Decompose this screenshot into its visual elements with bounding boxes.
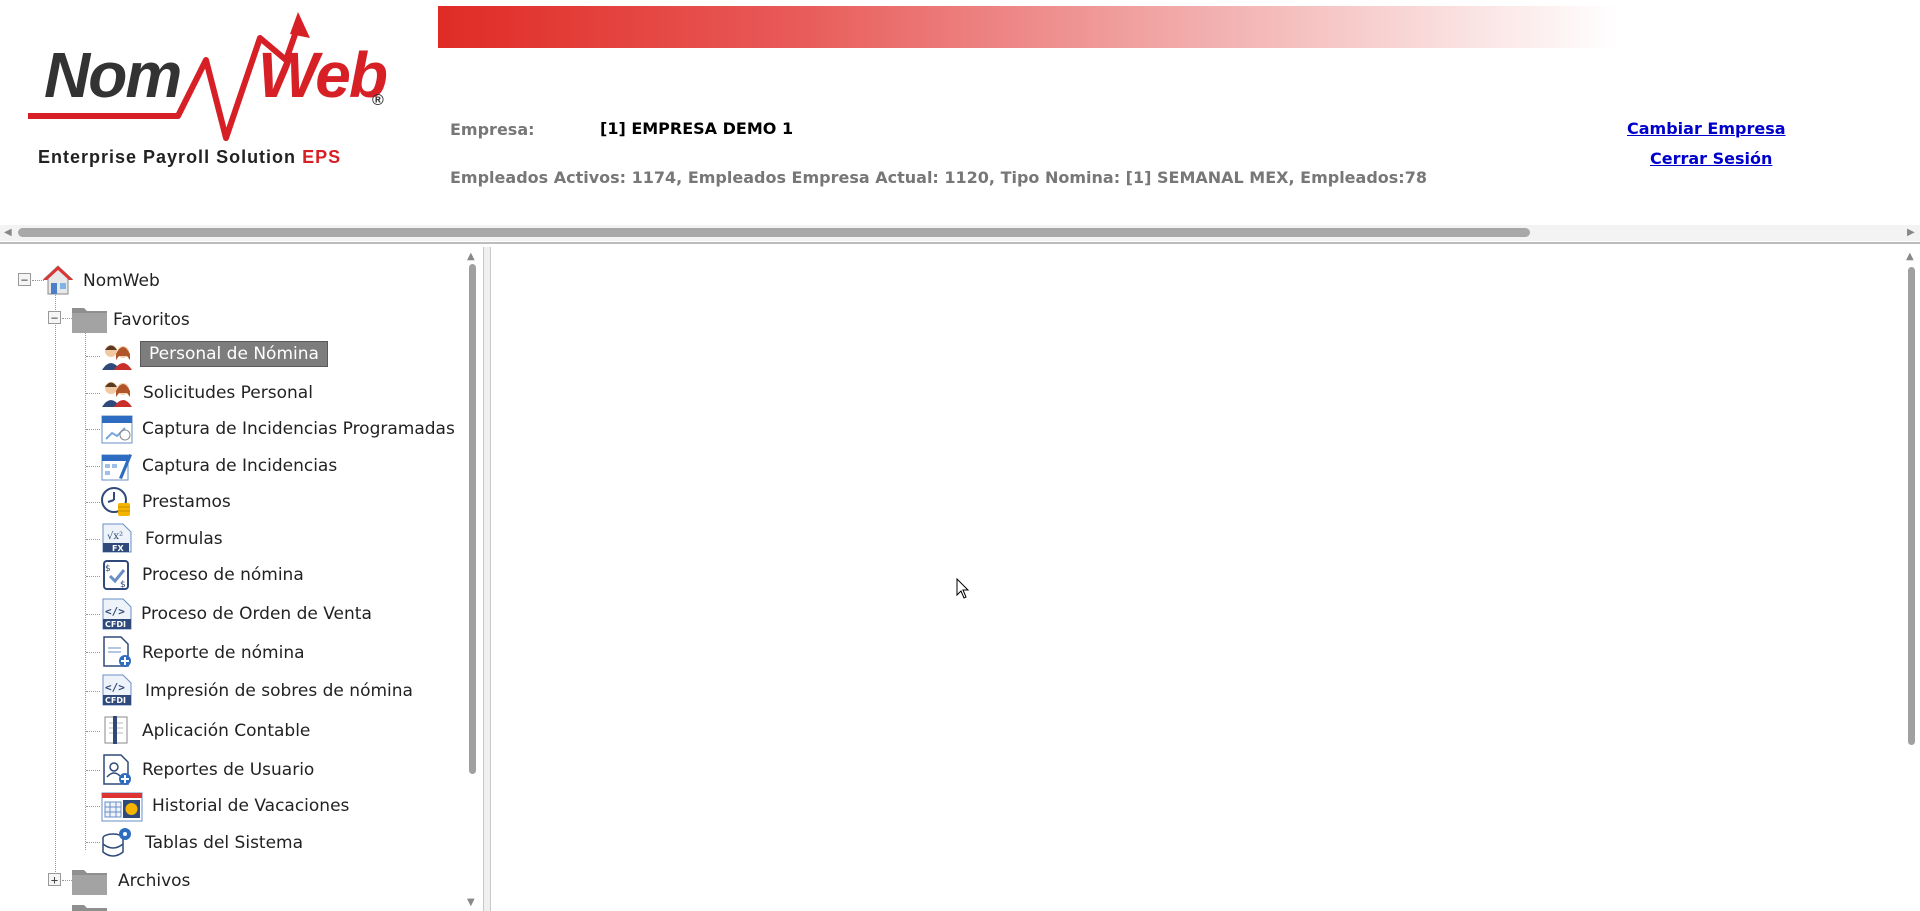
tree-item-favoritos[interactable]: Favoritos [113,310,190,330]
tree-item-solicitudes-personal[interactable]: Solicitudes Personal [143,383,313,403]
svg-text:√x²: √x² [107,531,123,542]
svg-text:FX: FX [112,544,124,553]
tree-connector-h [86,576,100,577]
svg-text:</>: </> [105,681,125,694]
ledger-icon [104,716,128,744]
tree-connector-h [86,842,100,843]
tree-connector-h [86,539,100,540]
expander-favoritos[interactable]: − [48,311,61,324]
tree-item-captura-incidencias-programadas[interactable]: Captura de Incidencias Programadas [142,419,455,439]
calendar-chart-icon [101,415,133,444]
tree-item-formulas[interactable]: Formulas [145,529,223,549]
tree-scroll-up-arrow[interactable]: ▲ [467,249,475,265]
tree-item-captura-incidencias[interactable]: Captura de Incidencias [142,456,337,476]
payroll-process-icon: $ $ [103,560,129,590]
tree-item-nomweb[interactable]: NomWeb [83,271,160,291]
pane-splitter[interactable] [483,247,491,911]
tree-connector-h [86,652,100,653]
tree-connector-h [86,806,100,807]
tree-connector-h [86,691,100,692]
tree-connector-h [86,466,100,467]
people-icon [102,345,132,370]
expander-archivos[interactable]: + [48,873,61,886]
tree-connector-h [86,393,100,394]
mouse-cursor-icon [956,578,970,599]
content-scroll-thumb[interactable] [1908,267,1915,745]
svg-text:</>: </> [105,605,125,618]
tree-scroll-thumb[interactable] [469,264,476,774]
svg-text:CFDI: CFDI [105,696,126,705]
tree-item-impresion-sobres[interactable]: Impresión de sobres de nómina [145,681,413,701]
logo-tagline-eps: EPS [302,147,342,167]
tree-connector-h [86,731,100,732]
tree-item-proceso-orden-venta[interactable]: Proceso de Orden de Venta [141,604,372,624]
header-divider [0,242,1920,244]
folder-icon [72,870,107,895]
formula-icon: √x² FX [102,523,132,553]
tree-connector-h [86,770,100,771]
tree-connector-h [86,614,100,615]
folder-icon [72,905,107,911]
scroll-left-arrow[interactable]: ◀ [4,225,12,241]
horizontal-scroll-thumb[interactable] [18,228,1530,237]
user-report-icon [103,754,131,785]
logo-tagline-main: Enterprise Payroll Solution [38,147,297,167]
tree-connector-h [86,429,100,430]
logo-text-nom: Nom [44,39,182,111]
svg-text:$: $ [105,564,111,574]
logo-text-web: Web [258,39,388,111]
empresa-label: Empresa: [450,120,535,139]
cambiar-empresa-link[interactable]: Cambiar Empresa [1627,119,1786,138]
tree-connector-h [86,502,100,503]
tree-connector-h [86,356,100,357]
empresa-value: [1] EMPRESA DEMO 1 [600,119,794,138]
tree-item-prestamos[interactable]: Prestamos [142,492,231,512]
scroll-right-arrow[interactable]: ▶ [1907,225,1915,241]
tree-item-personal-de-nomina[interactable]: Personal de Nómina [140,341,328,367]
svg-text:CFDI: CFDI [105,620,126,629]
cerrar-sesion-link[interactable]: Cerrar Sesión [1650,149,1772,168]
expander-root[interactable]: − [18,273,31,286]
tree-connector-root [55,290,56,882]
logo-tagline: Enterprise Payroll Solution EPS [38,147,341,168]
header-gradient-bar [438,6,1618,48]
clock-coins-icon [101,487,130,516]
people-icon [102,382,132,407]
svg-text:$: $ [120,580,126,590]
tree-item-archivos[interactable]: Archivos [118,871,190,891]
cfdi-icon: </> CFDI [102,598,132,630]
tree-item-historial-vacaciones[interactable]: Historial de Vacaciones [152,796,349,816]
tree-scroll-down-arrow[interactable]: ▼ [467,895,475,911]
content-scroll-up-arrow[interactable]: ▲ [1906,249,1914,265]
employee-info-line: Empleados Activos: 1174, Empleados Empre… [450,168,1427,187]
tree-item-proceso-de-nomina[interactable]: Proceso de nómina [142,565,304,585]
vacation-calendar-icon [101,792,143,822]
tree-item-aplicacion-contable[interactable]: Aplicación Contable [142,721,310,741]
home-icon [42,265,74,295]
cfdi-icon: </> CFDI [102,674,132,706]
calendar-edit-icon [101,454,132,481]
tree-item-reportes-de-usuario[interactable]: Reportes de Usuario [142,760,314,780]
tree-item-reporte-de-nomina[interactable]: Reporte de nómina [142,643,305,663]
main-content-pane [491,247,1901,911]
report-add-icon [103,636,131,667]
tree-item-tablas-del-sistema[interactable]: Tablas del Sistema [145,833,303,853]
logo-registered-mark: ® [372,92,384,109]
folder-icon [72,308,107,333]
database-gear-icon [102,828,131,857]
tree-connector-favoritos [85,330,86,850]
